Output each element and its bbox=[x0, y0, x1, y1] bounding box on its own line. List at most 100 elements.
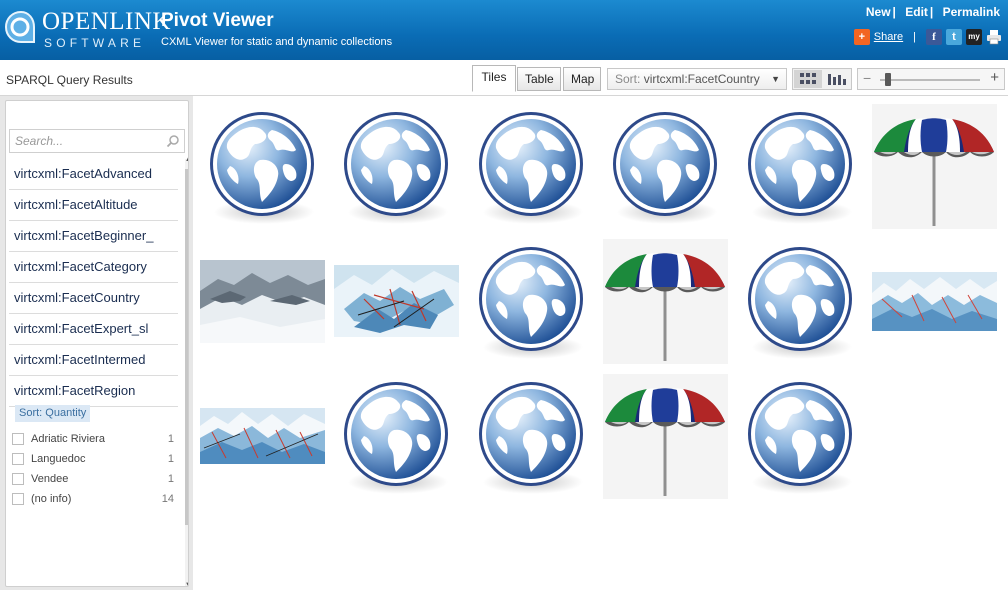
tab-tiles[interactable]: Tiles bbox=[472, 65, 516, 92]
globe-image bbox=[479, 112, 583, 224]
map-panorama-tile[interactable] bbox=[872, 239, 997, 364]
facet-value-checkbox[interactable] bbox=[12, 473, 24, 485]
sort-value: virtcxml:FacetCountry bbox=[643, 72, 760, 86]
share-link[interactable]: Share bbox=[874, 31, 903, 43]
scroll-up-arrow[interactable]: ▲ bbox=[185, 157, 188, 163]
facebook-icon[interactable]: f bbox=[926, 29, 942, 45]
globe-image bbox=[748, 382, 852, 494]
sort-prefix: Sort: bbox=[615, 72, 641, 86]
globe-image bbox=[748, 112, 852, 224]
facet-value-row[interactable]: (no info) 14 bbox=[12, 489, 174, 509]
share-plus-icon[interactable]: + bbox=[853, 29, 870, 45]
print-icon[interactable] bbox=[986, 29, 1002, 45]
app-title: Pivot Viewer bbox=[161, 10, 274, 31]
tab-table[interactable]: Table bbox=[517, 67, 561, 91]
facet-value-list: Adriatic Riviera 1 Languedoc 1 Vendee 1 … bbox=[12, 429, 174, 509]
globe-tile[interactable] bbox=[738, 374, 863, 499]
view-mode-switch bbox=[792, 68, 852, 90]
globe-tile[interactable] bbox=[738, 239, 863, 364]
globe-tile[interactable] bbox=[603, 104, 728, 229]
facet-item-altitude[interactable]: virtcxml:FacetAltitude bbox=[9, 190, 178, 221]
facet-item-expert[interactable]: virtcxml:FacetExpert_sl bbox=[9, 314, 178, 345]
openlink-logo[interactable]: OPENLINK SOFTWARE bbox=[4, 6, 171, 50]
globe-tile[interactable] bbox=[738, 104, 863, 229]
facet-value-checkbox[interactable] bbox=[12, 433, 24, 445]
tab-map[interactable]: Map bbox=[563, 67, 601, 91]
facet-panel: virtcxml:FacetAdvanced virtcxml:FacetAlt… bbox=[5, 100, 189, 587]
facet-item-beginner[interactable]: virtcxml:FacetBeginner_ bbox=[9, 221, 178, 252]
edit-link[interactable]: Edit bbox=[905, 5, 928, 19]
map-panorama2-image bbox=[200, 408, 325, 464]
facet-value-count: 1 bbox=[167, 473, 174, 485]
search-icon[interactable] bbox=[166, 134, 180, 148]
scroll-down-arrow[interactable]: ▼ bbox=[185, 582, 188, 586]
umbrella-image bbox=[874, 118, 994, 226]
globe-image bbox=[344, 382, 448, 494]
umbrella-tile[interactable] bbox=[603, 374, 728, 499]
facet-value-row[interactable]: Adriatic Riviera 1 bbox=[12, 429, 174, 449]
facet-value-count: 1 bbox=[167, 433, 174, 445]
chevron-down-icon: ▼ bbox=[771, 74, 780, 84]
globe-tile[interactable] bbox=[469, 239, 594, 364]
globe-tile[interactable] bbox=[469, 104, 594, 229]
facet-value-label: Vendee bbox=[31, 473, 69, 485]
sort-dropdown[interactable]: Sort: virtcxml:FacetCountry ▼ bbox=[607, 68, 787, 90]
facet-item-category[interactable]: virtcxml:FacetCategory bbox=[9, 252, 178, 283]
facet-value-label: Adriatic Riviera bbox=[31, 433, 105, 445]
zoom-slider-thumb[interactable] bbox=[885, 73, 891, 86]
globe-tile[interactable] bbox=[200, 104, 325, 229]
facet-list: virtcxml:FacetAdvanced virtcxml:FacetAlt… bbox=[9, 159, 178, 407]
umbrella-tile[interactable] bbox=[872, 104, 997, 229]
link-separator: | bbox=[892, 5, 896, 19]
facet-value-label: Languedoc bbox=[31, 453, 86, 465]
grid-view-button[interactable] bbox=[794, 70, 822, 88]
globe-image bbox=[344, 112, 448, 224]
umbrella-tile[interactable] bbox=[603, 239, 728, 364]
facet-panel-container: virtcxml:FacetAdvanced virtcxml:FacetAlt… bbox=[0, 96, 193, 590]
zoom-in-button[interactable]: + bbox=[990, 69, 999, 86]
photo-snow-image bbox=[200, 260, 325, 343]
map-panorama2-tile[interactable] bbox=[200, 374, 325, 499]
facet-item-intermediate[interactable]: virtcxml:FacetIntermed bbox=[9, 345, 178, 376]
facet-scrollbar[interactable]: ▲ ▼ bbox=[185, 157, 188, 586]
facet-value-label: (no info) bbox=[31, 493, 72, 505]
myspace-icon[interactable]: my bbox=[966, 29, 982, 45]
bar-chart-view-button[interactable] bbox=[823, 70, 851, 88]
logo-text-bottom: SOFTWARE bbox=[44, 36, 146, 50]
bar-chart-view-icon bbox=[828, 74, 846, 85]
results-title: SPARQL Query Results bbox=[6, 73, 133, 87]
scrollbar-thumb[interactable] bbox=[185, 169, 188, 525]
map-piste-tile[interactable] bbox=[334, 239, 459, 364]
search-input[interactable] bbox=[10, 130, 160, 152]
facet-value-checkbox[interactable] bbox=[12, 493, 24, 505]
facet-value-checkbox[interactable] bbox=[12, 453, 24, 465]
new-link[interactable]: New bbox=[866, 5, 891, 19]
globe-image bbox=[210, 112, 314, 224]
search-box bbox=[9, 129, 185, 153]
map-piste-image bbox=[334, 265, 459, 337]
share-separator: | bbox=[913, 31, 916, 43]
tile-grid bbox=[193, 96, 1008, 590]
facet-value-count: 1 bbox=[167, 453, 174, 465]
permalink-link[interactable]: Permalink bbox=[943, 5, 1000, 19]
facet-item-advanced[interactable]: virtcxml:FacetAdvanced bbox=[9, 159, 178, 190]
facet-item-region[interactable]: virtcxml:FacetRegion bbox=[9, 376, 178, 407]
globe-image bbox=[748, 247, 852, 359]
facet-value-row[interactable]: Languedoc 1 bbox=[12, 449, 174, 469]
facet-value-row[interactable]: Vendee 1 bbox=[12, 469, 174, 489]
app-subtitle: CXML Viewer for static and dynamic colle… bbox=[161, 36, 393, 48]
zoom-slider-track[interactable] bbox=[880, 79, 980, 81]
zoom-out-button[interactable]: − bbox=[863, 70, 871, 86]
logo-text-top: OPENLINK bbox=[42, 8, 171, 35]
globe-tile[interactable] bbox=[334, 374, 459, 499]
facet-sort-toggle[interactable]: Sort: Quantity bbox=[15, 405, 91, 422]
globe-tile[interactable] bbox=[334, 104, 459, 229]
link-separator: | bbox=[929, 5, 934, 19]
photo-snow-tile[interactable] bbox=[200, 239, 325, 364]
app-header: OPENLINK SOFTWARE Pivot Viewer CXML View… bbox=[0, 0, 1008, 60]
facet-item-country[interactable]: virtcxml:FacetCountry bbox=[9, 283, 178, 314]
twitter-icon[interactable]: t bbox=[946, 29, 962, 45]
globe-image bbox=[479, 382, 583, 494]
globe-tile[interactable] bbox=[469, 374, 594, 499]
globe-image bbox=[479, 247, 583, 359]
